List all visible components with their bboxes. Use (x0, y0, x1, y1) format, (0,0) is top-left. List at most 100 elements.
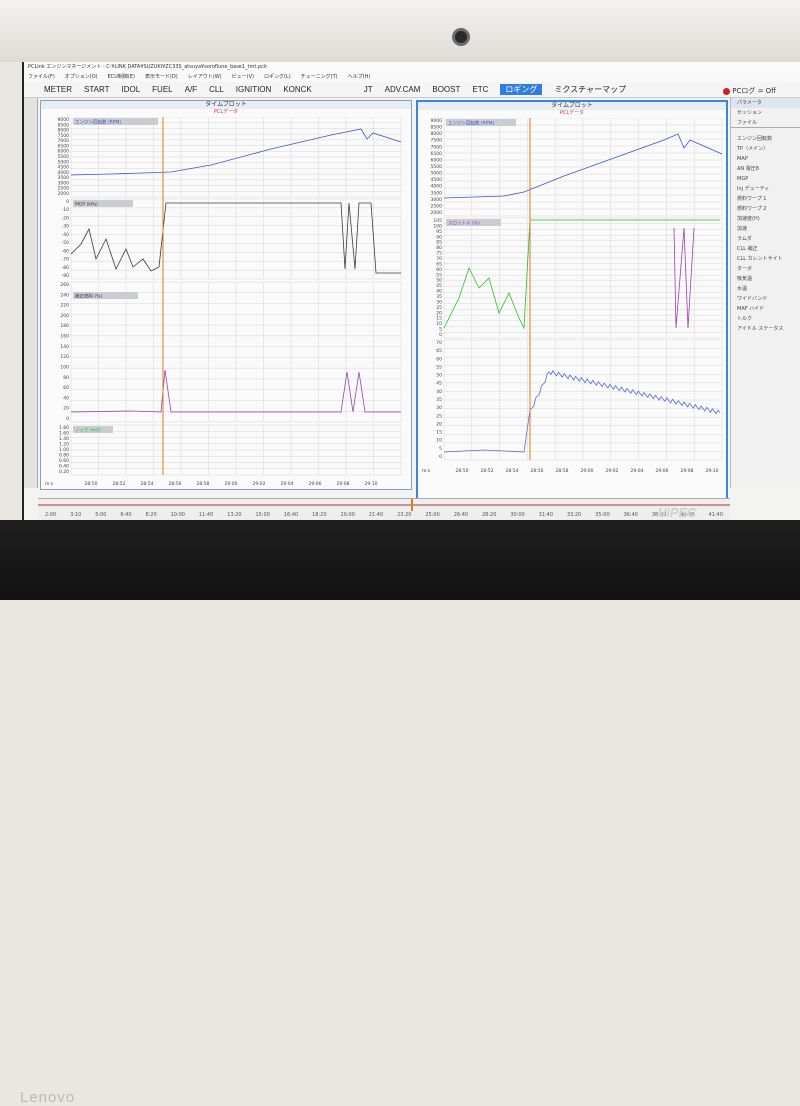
fuel-tick: 180 (60, 323, 69, 329)
side-panel-item[interactable]: TP（メイン） (731, 144, 800, 154)
side-panel-item[interactable]: MAP (731, 154, 800, 164)
time-plot-right: タイムプロット PCLデータ 9000 8500 8000 7500 7000 6500 6… (416, 100, 728, 500)
toolbar-tab[interactable]: METER (44, 85, 72, 94)
toolbar-tab[interactable]: A/F (185, 85, 197, 94)
toolbar-tab[interactable]: ETC (472, 85, 488, 94)
x-tick-label: 29:04 (281, 481, 294, 487)
toolbar-tab[interactable]: ミクスチャーマップ (554, 84, 626, 95)
side-panel-item[interactable]: ターボ (731, 264, 800, 274)
menu-item[interactable]: ECU制御(E) (108, 72, 135, 82)
x-tick-label: 28:58 (197, 481, 210, 487)
throttle-tick: 25 (436, 305, 442, 311)
knock-tick: 1.40 (59, 436, 69, 442)
vipec-watermark: ViPEC (658, 505, 697, 520)
menu-item[interactable]: ロギング(L) (264, 72, 291, 82)
side-panel-item[interactable]: セッション (731, 108, 800, 118)
boost-tick: 35 (436, 397, 442, 403)
rpm-tick: 8000 (431, 131, 443, 137)
knock-tick: 1.80 (59, 425, 69, 431)
mgp-tick: -20 (62, 215, 69, 221)
toolbar-tab[interactable]: CLL (209, 85, 224, 94)
boost-tick: 55 (436, 364, 442, 370)
rpm-tick: 8500 (58, 122, 70, 128)
timeline-tick-label: 6:40 (120, 512, 132, 518)
side-panel-item[interactable]: ラムダ (731, 234, 800, 244)
right-plot-canvas[interactable]: 9000850080007500700065006000550050004500… (418, 118, 726, 498)
throttle-tick: 55 (436, 272, 442, 278)
side-panel-item[interactable]: トルク (731, 314, 800, 324)
rpm-tick: 6500 (431, 151, 443, 157)
knock-tick: 0.80 (59, 453, 69, 459)
x-tick-label: 28:56 (169, 481, 182, 487)
fuel-tick: 0 (66, 416, 69, 422)
side-panel-header: パラメータ (731, 98, 800, 108)
menu-item[interactable]: ヘルプ(H) (348, 72, 371, 82)
timeline-tick-label: 41:40 (708, 512, 723, 518)
side-panel-item[interactable]: Inj デューティ (731, 184, 800, 194)
fuel-tick: 40 (63, 395, 69, 401)
side-panel-item[interactable]: CLL カレントサイト (731, 254, 800, 264)
side-panel-item[interactable]: ワイドバンド (731, 294, 800, 304)
toolbar-tab[interactable]: START (84, 85, 109, 94)
mgp-trace-label: MGP (kPa) (75, 202, 98, 208)
toolbar-tab[interactable]: ADV.CAM (385, 85, 421, 94)
throttle-tick: 35 (436, 294, 442, 300)
side-panel-item[interactable]: MAF ハイド (731, 304, 800, 314)
side-panel-item[interactable]: 燃料ワープ 2 (731, 204, 800, 214)
side-panel-item[interactable]: 加速 (731, 224, 800, 234)
window-title: PCLink エンジンマネージメント - C:¥LINK DATA¥SUZUKI… (24, 62, 800, 72)
toolbar-tab[interactable]: KONCK (283, 85, 311, 94)
side-panel-item[interactable]: エンジン回転数 (731, 134, 800, 144)
side-panel-item[interactable]: AN 電圧8 (731, 164, 800, 174)
left-plot-canvas[interactable]: 9000850080007500700065006000550050004500… (41, 117, 413, 489)
toolbar-tab[interactable]: FUEL (152, 85, 172, 94)
side-panel-item[interactable]: CLL 補正 (731, 244, 800, 254)
fuel-tick: 240 (60, 292, 69, 298)
toolbar-tab[interactable]: IGNITION (236, 85, 272, 94)
timeline-tick-label: 2:00 (44, 512, 57, 518)
toolbar-tab[interactable]: ロギング (500, 84, 543, 95)
toolbar-tab[interactable]: JT (364, 85, 373, 94)
menu-item[interactable]: オプション(O) (65, 72, 98, 82)
side-panel-item[interactable]: 加速度(H) (731, 214, 800, 224)
toolbar-tab[interactable]: IDOL (121, 85, 140, 94)
throttle-tick: 95 (436, 229, 442, 235)
x-tick-label: 28:54 (506, 468, 519, 474)
menu-item[interactable]: ビュー(V) (232, 72, 254, 82)
menu-item[interactable]: チューニング(T) (301, 72, 338, 82)
x-tick-label: 28:50 (85, 481, 98, 487)
panel-subtitle: PCLデータ (213, 109, 239, 115)
timeline-tick-label: 30:00 (510, 512, 525, 518)
toolbar-tab[interactable]: BOOST (432, 85, 460, 94)
vertical-tool-strip[interactable] (24, 98, 38, 488)
knock-tick: 1.20 (59, 442, 69, 448)
menu-item[interactable]: 表示モード(D) (145, 72, 178, 82)
menu-item[interactable]: ファイル(F) (28, 72, 55, 82)
side-panel-item[interactable]: 水温 (731, 284, 800, 294)
timeline-tick-label: 11:40 (198, 512, 214, 518)
side-panel-item[interactable]: ファイル (731, 118, 800, 128)
side-panel-item[interactable]: 燃料ワープ 1 (731, 194, 800, 204)
timeline-tick-label: 15:00 (255, 512, 270, 518)
boost-tick: 25 (436, 413, 442, 419)
side-panel-item[interactable]: アイドル ステータス (731, 324, 800, 334)
mgp-tick: -40 (62, 232, 69, 238)
menu-item[interactable]: レイアウト(W) (188, 72, 222, 82)
x-unit-label: m:s (45, 482, 54, 487)
boost-tick: 15 (436, 430, 442, 436)
rpm-tick: 5500 (58, 154, 70, 160)
side-panel-item[interactable]: 吸気温 (731, 274, 800, 284)
x-tick-label: 29:08 (681, 468, 694, 474)
fuel-tick: 80 (63, 375, 69, 381)
rpm-tick: 2000 (58, 191, 70, 197)
rpm-trace-label: エンジン回転数 (RPM) (75, 119, 121, 126)
side-panel-item[interactable]: MGP (731, 174, 800, 184)
boost-trace-pre (443, 409, 531, 453)
session-timeline[interactable]: 2:00 3:10 5:00 6:40 8:20 10:00 11:40 13:20 15:00… (38, 498, 730, 520)
timeline-tick-label: 36:40 (623, 512, 638, 518)
rpm-tick: 3500 (431, 190, 443, 196)
rpm-tick: 5000 (58, 159, 70, 165)
mgp-tick: -50 (62, 240, 69, 246)
throttle-tick: 5 (439, 327, 442, 333)
boost-trace (529, 370, 721, 415)
